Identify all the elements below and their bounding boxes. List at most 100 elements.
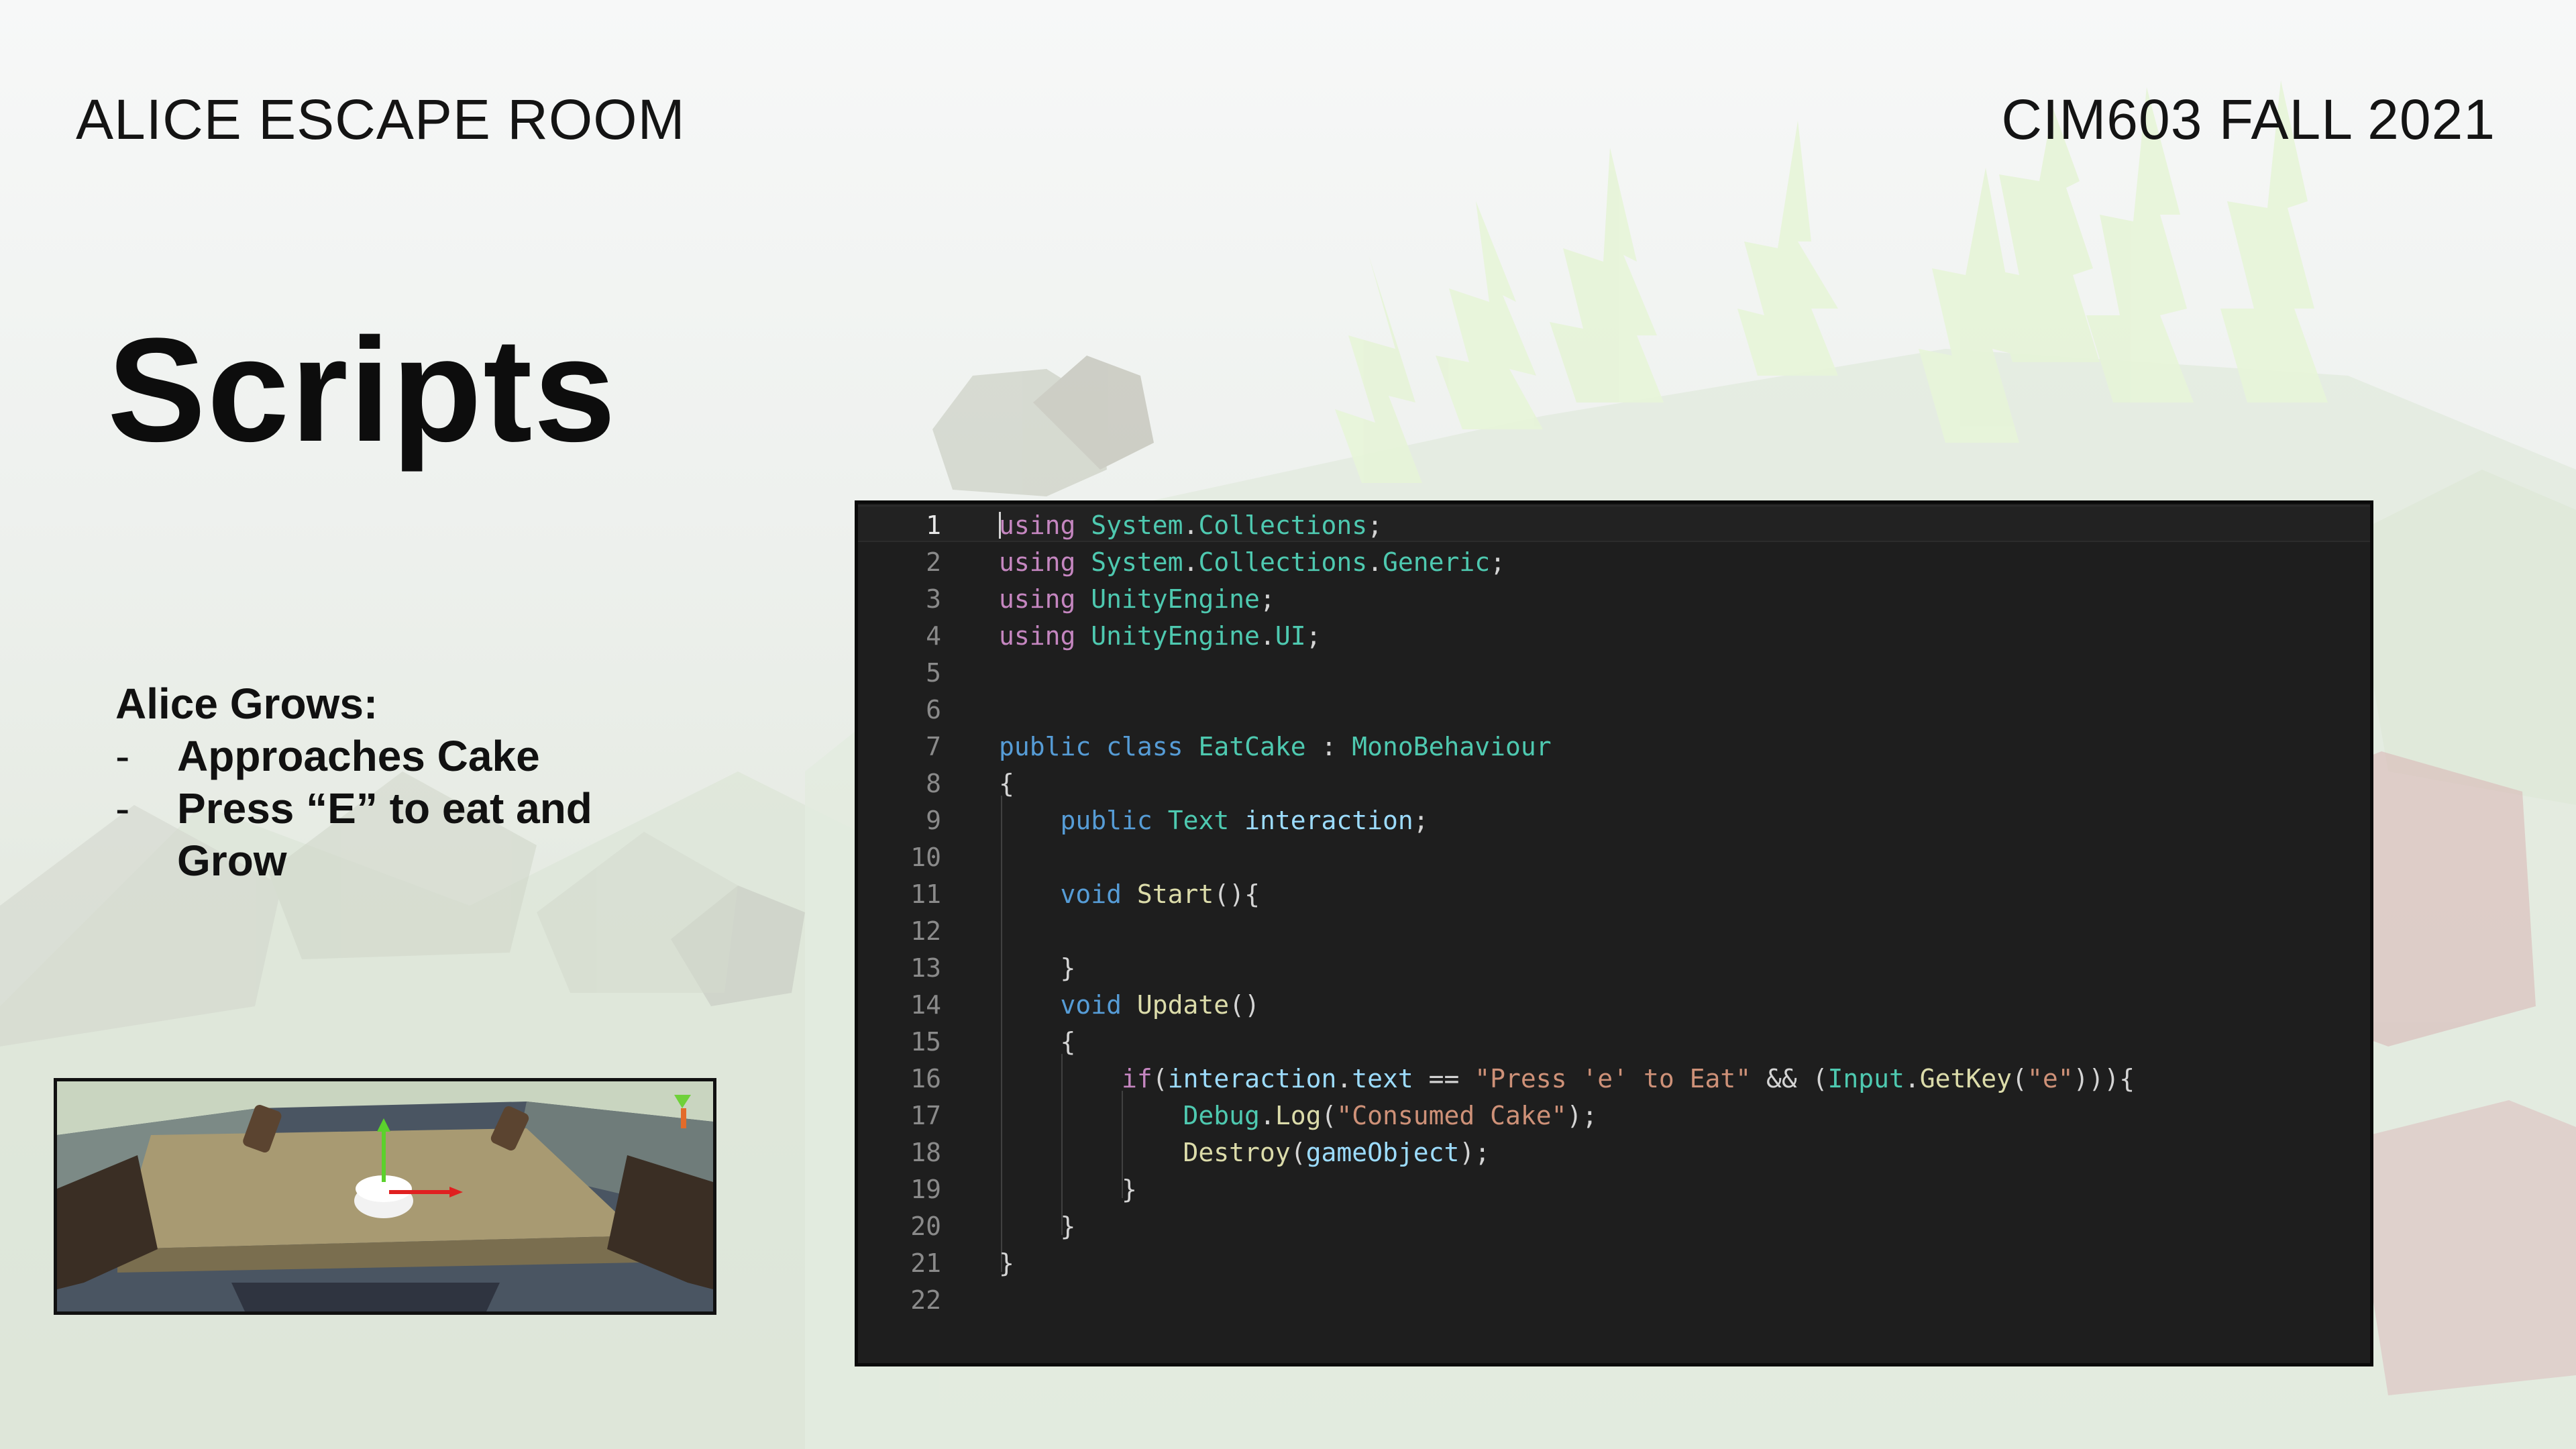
code-token: Log <box>1275 1101 1322 1130</box>
code-line[interactable]: 16 if(interaction.text == "Press 'e' to … <box>858 1059 2370 1095</box>
code-token: void <box>1060 990 1122 1020</box>
line-number: 20 <box>910 1212 941 1241</box>
line-number: 1 <box>926 511 941 540</box>
code-line[interactable]: 11 void Start(){ <box>858 874 2370 911</box>
line-number: 18 <box>910 1138 941 1167</box>
line-number: 21 <box>910 1248 941 1278</box>
code-line[interactable]: 8{ <box>858 763 2370 800</box>
code-line[interactable]: 17 Debug.Log("Consumed Cake"); <box>858 1095 2370 1132</box>
code-token: Debug <box>1183 1101 1260 1130</box>
code-line[interactable]: 21} <box>858 1243 2370 1280</box>
code-token: } <box>999 1175 1137 1204</box>
code-text: void Start(){ <box>999 879 1260 909</box>
line-number: 12 <box>910 916 941 946</box>
line-number: 10 <box>910 843 941 872</box>
bullet-text: Approaches Cake <box>177 732 540 780</box>
cake-scene-preview <box>54 1078 716 1315</box>
code-token: "Consumed Cake" <box>1336 1101 1567 1130</box>
code-token: Collections <box>1198 547 1368 577</box>
code-line[interactable]: 15 { <box>858 1022 2370 1059</box>
code-line[interactable]: 13 } <box>858 948 2370 985</box>
code-line[interactable]: 2 using System.Collections.Generic; <box>858 542 2370 579</box>
line-number: 15 <box>910 1027 941 1057</box>
code-editor[interactable]: 1 using System.Collections; 2 using System.… <box>855 500 2373 1366</box>
bullet-heading: Alice Grows: <box>115 680 378 728</box>
code-token: interaction <box>1167 1064 1337 1093</box>
code-line[interactable]: 20 } <box>858 1206 2370 1243</box>
code-text: } <box>999 1248 1014 1278</box>
code-token: Collections <box>1198 511 1368 540</box>
line-number: 5 <box>926 658 941 688</box>
code-line[interactable]: 3 using UnityEngine; <box>858 579 2370 616</box>
code-text: public Text interaction; <box>999 806 1429 835</box>
code-token: . <box>1367 547 1383 577</box>
line-number: 14 <box>910 990 941 1020</box>
code-token: if <box>1122 1064 1152 1093</box>
code-token: ; <box>1305 621 1322 651</box>
code-token: using <box>999 547 1076 577</box>
list-item: - Approaches Cake <box>115 730 665 782</box>
code-token: UnityEngine <box>1091 621 1260 651</box>
code-token: { <box>2119 1064 2135 1093</box>
code-token: && ( <box>1751 1064 1828 1093</box>
code-token: . <box>1259 621 1275 651</box>
line-number: 11 <box>910 879 941 909</box>
code-token: Input <box>1827 1064 1904 1093</box>
code-text: using System.Collections.Generic; <box>999 547 1505 577</box>
code-text: { <box>999 1027 1076 1057</box>
code-token: ); <box>1566 1101 1598 1130</box>
code-line[interactable]: 12 <box>858 911 2370 948</box>
code-line[interactable]: 4 using UnityEngine.UI; <box>858 616 2370 653</box>
code-token: ( <box>1152 1064 1168 1093</box>
code-line[interactable]: 9 public Text interaction; <box>858 800 2370 837</box>
code-token: ; <box>1367 511 1383 540</box>
code-token: text <box>1352 1064 1413 1093</box>
code-token: MonoBehaviour <box>1352 732 1552 761</box>
code-token: ( <box>1321 1101 1337 1130</box>
code-token: System <box>1091 547 1183 577</box>
code-text: Destroy(gameObject); <box>999 1138 1491 1167</box>
code-token: . <box>1259 1101 1275 1130</box>
bullet-text: Press “E” to eat and Grow <box>177 784 592 885</box>
code-token: "e" <box>2027 1064 2074 1093</box>
code-token: ; <box>1490 547 1506 577</box>
code-line[interactable]: 7 public class EatCake : MonoBehaviour <box>858 727 2370 763</box>
code-token: using <box>999 621 1076 651</box>
code-line[interactable]: 10 <box>858 837 2370 874</box>
code-token: EatCake <box>1198 732 1306 761</box>
presentation-title: ALICE ESCAPE ROOM <box>76 88 686 151</box>
line-number: 7 <box>926 732 941 761</box>
code-line[interactable]: 1 using System.Collections; <box>858 505 2370 542</box>
code-token: ))) <box>2073 1064 2120 1093</box>
code-token: . <box>1904 1064 1920 1093</box>
code-token: ( <box>2012 1064 2027 1093</box>
code-token: . <box>1336 1064 1352 1093</box>
code-token: void <box>1060 879 1122 909</box>
code-token: Start <box>1136 879 1214 909</box>
code-token: Destroy <box>1183 1138 1291 1167</box>
code-line[interactable]: 22 <box>858 1280 2370 1317</box>
code-token: "Press 'e' to Eat" <box>1474 1064 1752 1093</box>
code-text: } <box>999 1212 1076 1241</box>
code-token: Update <box>1136 990 1230 1020</box>
bullet-dash: - <box>115 784 130 833</box>
code-line[interactable]: 19 } <box>858 1169 2370 1206</box>
line-number: 3 <box>926 584 941 614</box>
code-line[interactable]: 14 void Update() <box>858 985 2370 1022</box>
code-token: () <box>1229 990 1260 1020</box>
code-line[interactable]: 18 Destroy(gameObject); <box>858 1132 2370 1169</box>
code-line[interactable]: 5 <box>858 653 2370 690</box>
code-token: class <box>1106 732 1183 761</box>
code-token: == <box>1413 1064 1475 1093</box>
code-token: } <box>999 1248 1014 1278</box>
code-token: . <box>1183 511 1199 540</box>
code-token: } <box>999 1212 1076 1241</box>
code-line[interactable]: 6 <box>858 690 2370 727</box>
